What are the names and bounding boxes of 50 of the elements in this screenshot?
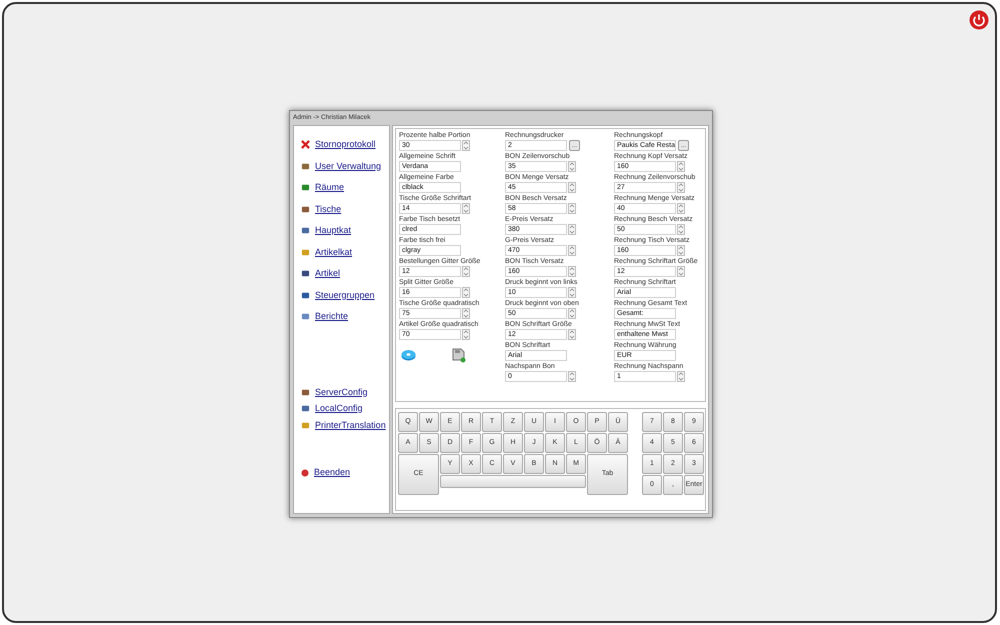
small-icon <box>301 290 310 300</box>
spinner-icon[interactable] <box>568 287 576 298</box>
spinner-icon[interactable] <box>677 245 685 256</box>
small-icon <box>301 248 310 257</box>
small-icon <box>301 162 310 171</box>
exit-icon <box>301 468 309 477</box>
sidebar-link[interactable]: Steuergruppen <box>315 288 375 302</box>
sidebar-link[interactable]: Hauptkat <box>315 224 352 238</box>
spinner-icon[interactable] <box>568 266 576 277</box>
spinner-icon[interactable] <box>677 266 685 277</box>
spinner-icon[interactable] <box>677 371 685 382</box>
sidebar-link[interactable]: Artikelkat <box>315 246 352 259</box>
spinner-icon[interactable] <box>568 203 576 214</box>
small-icon <box>301 183 310 192</box>
sidebar-link[interactable]: LocalConfig <box>315 402 363 416</box>
small-icon <box>301 204 310 214</box>
spinner-icon[interactable] <box>568 161 576 172</box>
sidebar-link[interactable]: Stornoprotokoll <box>315 138 376 152</box>
spinner-icon[interactable] <box>568 245 576 256</box>
spinner-icon[interactable] <box>568 182 576 193</box>
spinner-icon[interactable] <box>677 161 685 172</box>
spinner-icon[interactable] <box>462 287 470 298</box>
small-icon <box>301 269 310 278</box>
sidebar-link[interactable]: ServerConfig <box>315 386 368 399</box>
spinner-icon[interactable] <box>462 329 470 340</box>
sidebar-link[interactable]: PrinterTranslation <box>315 418 386 432</box>
spinner-icon[interactable] <box>462 266 470 277</box>
sidebar-link[interactable]: Räume <box>315 181 344 194</box>
sidebar-link[interactable]: Artikel <box>315 267 340 280</box>
sidebar-link[interactable]: Beenden <box>314 466 350 480</box>
save-icon[interactable] <box>450 347 466 363</box>
spinner-icon[interactable] <box>568 371 576 382</box>
spinner-icon[interactable] <box>568 224 576 235</box>
cross-icon <box>301 140 310 150</box>
spinner-icon[interactable] <box>677 182 685 193</box>
spinner-icon[interactable] <box>677 203 685 214</box>
sidebar-link[interactable]: Berichte <box>315 310 348 324</box>
spinner-icon[interactable] <box>462 140 470 151</box>
small-icon <box>301 226 310 236</box>
power-icon[interactable] <box>969 10 989 30</box>
spinner-icon[interactable] <box>462 308 470 319</box>
sidebar-link[interactable]: User Verwaltung <box>315 160 382 173</box>
space-bar[interactable] <box>440 475 586 488</box>
small-icon <box>301 312 310 322</box>
spinner-icon[interactable] <box>462 203 470 214</box>
spinner-icon[interactable] <box>677 224 685 235</box>
sidebar-link[interactable]: Tische <box>315 202 342 216</box>
disc-icon[interactable] <box>401 349 416 361</box>
spinner-icon[interactable] <box>568 329 576 340</box>
spinner-icon[interactable] <box>568 308 576 319</box>
